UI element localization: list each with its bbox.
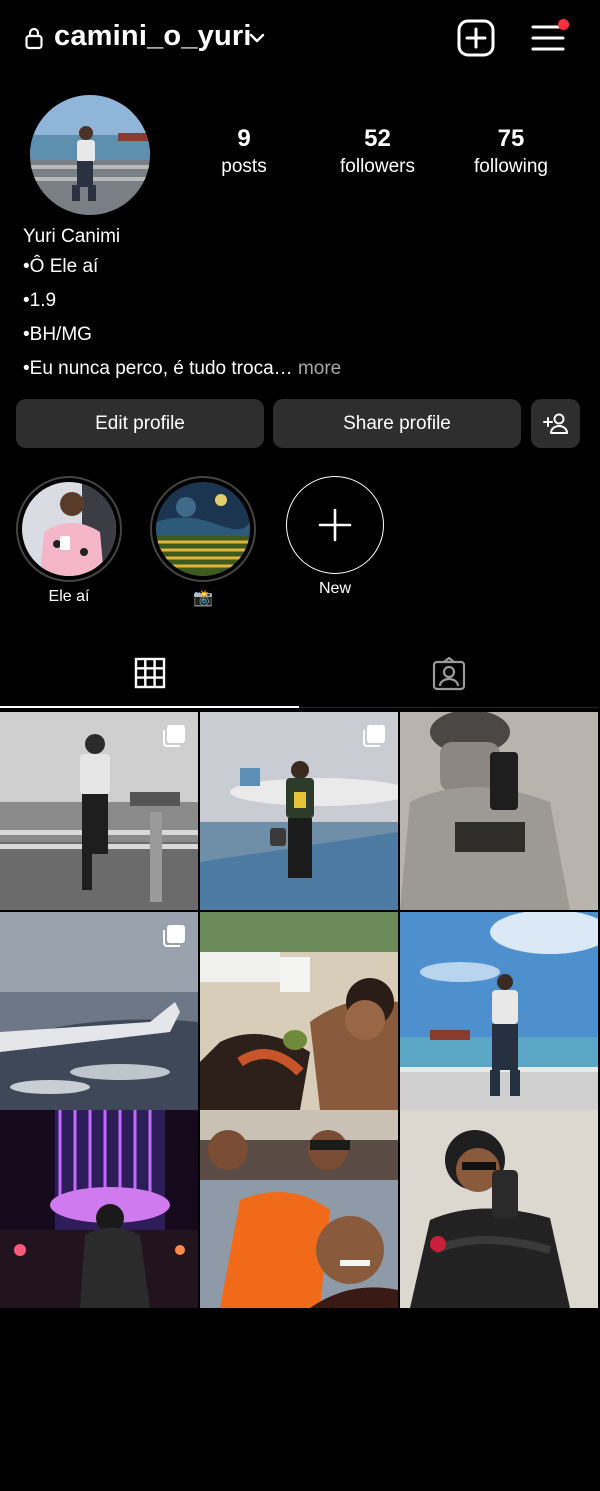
posts-number: 9	[237, 125, 251, 152]
chevron-down-icon[interactable]	[247, 28, 267, 48]
highlight-story[interactable]: Ele aí	[14, 476, 124, 606]
new-highlight-ring	[286, 476, 384, 574]
followers-label: followers	[340, 156, 415, 177]
profile-avatar[interactable]	[30, 95, 150, 215]
carousel-icon	[163, 725, 185, 747]
display-name: Yuri Canimi	[23, 226, 121, 247]
new-highlight[interactable]: New	[280, 476, 390, 598]
bio-text: •Eu nunca perco, é tudo troca…	[23, 358, 293, 379]
highlight-label: 📸	[193, 590, 213, 607]
highlight-cover	[156, 482, 250, 576]
post-thumbnail[interactable]	[0, 912, 198, 1110]
share-profile-button[interactable]: Share profile	[273, 399, 521, 448]
highlight-label: New	[318, 580, 351, 597]
bio-more-link[interactable]: more	[298, 358, 341, 379]
post-thumbnail[interactable]	[400, 912, 598, 1110]
add-person-icon	[542, 413, 568, 434]
profile-bio: Yuri Canimi •Ô Ele aí •1.9 •BH/MG •Eu nu…	[23, 224, 341, 386]
post-thumbnail[interactable]	[0, 712, 198, 910]
posts-label: posts	[221, 156, 267, 177]
lock-icon	[25, 27, 43, 50]
bio-line: •1.9	[23, 290, 57, 311]
edit-profile-button[interactable]: Edit profile	[16, 399, 264, 448]
highlight-cover	[22, 482, 116, 576]
tab-tagged[interactable]	[299, 640, 598, 708]
post-thumbnail[interactable]	[400, 712, 598, 910]
discover-people-button[interactable]	[531, 399, 580, 448]
bio-line: •Ô Ele aí	[23, 256, 99, 277]
post-thumbnail[interactable]	[200, 712, 398, 910]
following-label: following	[474, 156, 548, 177]
highlight-ring	[16, 476, 122, 582]
plus-square-icon[interactable]	[456, 18, 496, 58]
grid-icon	[134, 657, 165, 689]
post-thumbnail[interactable]	[0, 1110, 198, 1308]
top-bar: camini_o_yuri	[0, 0, 600, 78]
following-number: 75	[497, 125, 525, 152]
carousel-icon	[363, 725, 385, 747]
tab-posts[interactable]	[0, 640, 299, 708]
notification-dot	[558, 19, 569, 30]
account-username[interactable]: camini_o_yuri	[54, 20, 252, 53]
highlight-label: Ele aí	[48, 588, 90, 605]
carousel-icon	[163, 925, 185, 947]
tagged-person-icon	[432, 656, 465, 690]
post-thumbnail[interactable]	[200, 1110, 398, 1308]
bio-line: •BH/MG	[23, 324, 92, 345]
followers-number: 52	[364, 125, 391, 152]
followers-count[interactable]: 52 followers	[330, 124, 425, 180]
highlight-ring	[150, 476, 256, 582]
bio-line-last: •Eu nunca perco, é tudo troca… more	[23, 352, 341, 386]
plus-icon	[318, 508, 352, 542]
highlight-story[interactable]: 📸	[148, 476, 258, 608]
following-count[interactable]: 75 following	[465, 124, 557, 180]
post-thumbnail[interactable]	[200, 912, 398, 1110]
post-thumbnail[interactable]	[400, 1110, 598, 1308]
posts-count[interactable]: 9 posts	[205, 124, 283, 180]
